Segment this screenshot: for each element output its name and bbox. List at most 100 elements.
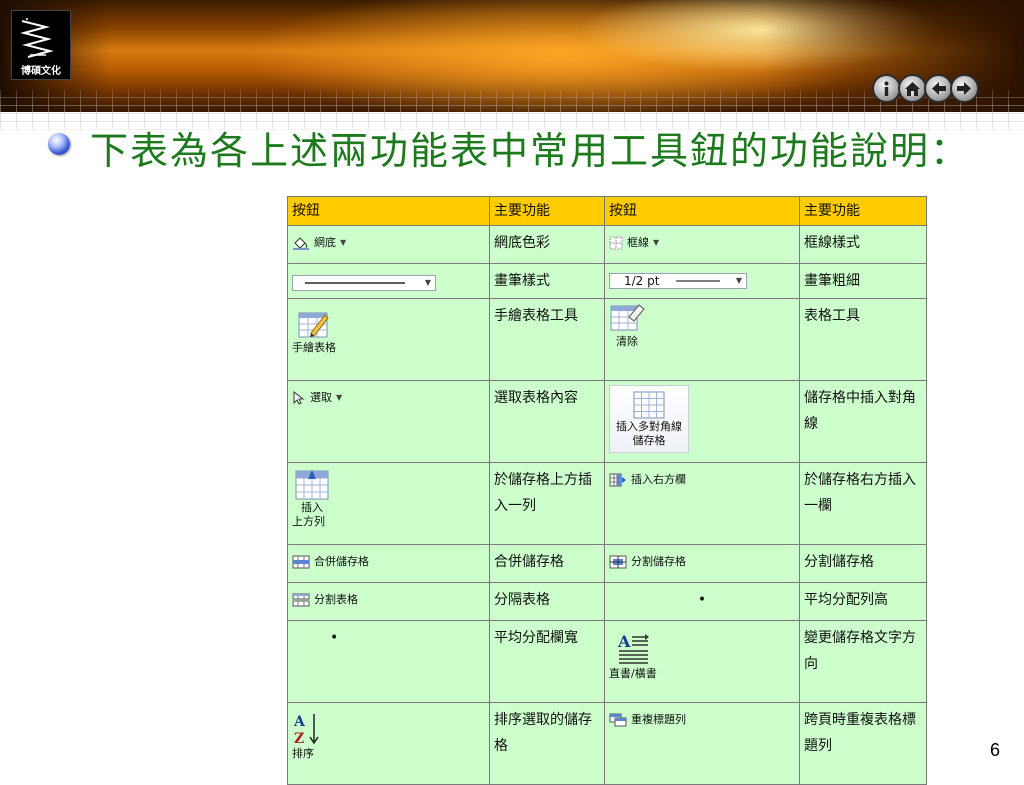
- table-row: ▼ 畫筆樣式 1/2 pt ▼ 畫筆粗細: [287, 263, 927, 299]
- table-row: 合併儲存格 合併儲存格 分割儲存格 分割儲存格: [287, 544, 927, 583]
- table-row: • 平均分配欄寬 A 直書/橫書 變更儲存格文字方向: [287, 620, 927, 703]
- logo-mark-icon: [20, 18, 54, 58]
- forward-button[interactable]: [950, 74, 979, 103]
- diagonal-grid-icon: [633, 391, 665, 419]
- eraser-label: 清除: [616, 335, 638, 348]
- button-cell: A Z 排序: [287, 702, 490, 785]
- function-cell: 排序選取的儲存格: [489, 702, 605, 785]
- table-row: 分割表格 分隔表格 • 平均分配列高: [287, 582, 927, 621]
- button-cell: 插入 上方列: [287, 462, 490, 545]
- col-header-button-1: 按鈕: [287, 196, 490, 226]
- col-header-function-2: 主要功能: [799, 196, 927, 226]
- function-cell: 網底色彩: [489, 225, 605, 264]
- insert-row-above-button[interactable]: 插入 上方列: [292, 467, 332, 529]
- split-cells-button[interactable]: 分割儲存格: [609, 549, 686, 575]
- button-cell: 分割儲存格: [604, 544, 800, 583]
- select-button-label: 選取: [310, 391, 332, 404]
- table-row: 手繪表格 手繪表格工具 清除 表格工具: [287, 298, 927, 381]
- text-direction-button[interactable]: A 直書/橫書: [609, 631, 657, 681]
- button-cell: 手繪表格: [287, 298, 490, 381]
- info-button[interactable]: [872, 74, 901, 103]
- function-cell: 於儲存格上方插入一列: [489, 462, 605, 545]
- function-cell: 選取表格內容: [489, 380, 605, 463]
- shading-button[interactable]: 網底 ▼: [292, 230, 346, 256]
- button-cell: 框線 ▼: [604, 225, 800, 264]
- insert-column-right-icon: [609, 473, 626, 487]
- svg-text:A: A: [617, 632, 631, 651]
- button-cell: A 直書/橫書: [604, 620, 800, 703]
- insert-diagonal-label-1: 插入多對角線: [616, 420, 682, 433]
- merge-cells-button[interactable]: 合併儲存格: [292, 549, 369, 575]
- distribute-rows-placeholder: •: [697, 592, 707, 608]
- info-icon: [884, 81, 889, 96]
- bullet-icon: [48, 133, 70, 155]
- slide-heading: 下表為各上述兩功能表中常用工具鈕的功能說明：: [90, 129, 971, 173]
- function-cell: 手繪表格工具: [489, 298, 605, 381]
- home-button[interactable]: [898, 74, 927, 103]
- pen-weight-value: 1/2 pt: [624, 274, 660, 288]
- select-button[interactable]: 選取 ▼: [292, 385, 342, 411]
- line-weight-sample: [675, 280, 720, 282]
- repeat-header-label: 重複標題列: [631, 713, 686, 726]
- insert-row-above-label-1: 插入: [301, 501, 323, 514]
- button-cell: ▼: [287, 263, 490, 299]
- button-cell: 選取 ▼: [287, 380, 490, 463]
- pen-style-dropdown[interactable]: ▼: [292, 275, 436, 291]
- button-cell: 1/2 pt ▼: [604, 263, 800, 299]
- svg-text:Z: Z: [294, 731, 304, 747]
- draw-table-button[interactable]: 手繪表格: [292, 309, 336, 355]
- line-style-sample: [305, 282, 405, 284]
- back-button[interactable]: [924, 74, 953, 103]
- borders-button[interactable]: 框線 ▼: [609, 230, 659, 256]
- nav-buttons: [872, 74, 979, 106]
- button-cell: 重複標題列: [604, 702, 800, 785]
- sort-label: 排序: [292, 747, 314, 760]
- function-cell: 於儲存格右方插入一欄: [799, 462, 927, 545]
- insert-row-above-label-2: 上方列: [292, 515, 325, 528]
- eraser-button[interactable]: 清除: [609, 303, 645, 349]
- insert-diagonal-label-2: 儲存格: [632, 434, 666, 447]
- table-row: A Z 排序 排序選取的儲存格 重複標題列 跨頁時重複表格標題列: [287, 702, 927, 785]
- col-header-function-1: 主要功能: [489, 196, 605, 226]
- insert-row-above-icon: [295, 470, 329, 500]
- function-cell: 跨頁時重複表格標題列: [799, 702, 927, 785]
- shading-button-label: 網底: [314, 236, 336, 249]
- borders-button-label: 框線: [627, 236, 649, 249]
- eraser-table-icon: [610, 304, 645, 331]
- cursor-arrow-icon: [293, 391, 305, 405]
- button-cell: 插入多對角線 儲存格: [604, 380, 800, 463]
- publisher-logo: 博碩文化: [11, 10, 71, 80]
- merge-cells-label: 合併儲存格: [314, 555, 369, 568]
- function-cell: 平均分配欄寬: [489, 620, 605, 703]
- function-cell: 分割儲存格: [799, 544, 927, 583]
- chevron-down-icon: ▼: [424, 278, 431, 287]
- arrow-left-icon: [932, 82, 946, 95]
- split-cells-label: 分割儲存格: [631, 555, 686, 568]
- split-table-icon: [292, 593, 310, 607]
- function-cell: 畫筆粗細: [799, 263, 927, 299]
- button-cell: 網底 ▼: [287, 225, 490, 264]
- pen-weight-dropdown[interactable]: 1/2 pt ▼: [609, 273, 747, 289]
- chevron-down-icon: ▼: [653, 238, 660, 247]
- split-table-button[interactable]: 分割表格: [292, 587, 358, 613]
- insert-column-right-label: 插入右方欄: [631, 473, 686, 486]
- distribute-columns-placeholder: •: [330, 630, 339, 646]
- insert-column-right-button[interactable]: 插入右方欄: [609, 467, 686, 493]
- sort-button[interactable]: A Z 排序: [292, 711, 322, 761]
- page-number: 6: [990, 740, 1001, 760]
- text-direction-icon: A: [617, 632, 649, 664]
- draw-table-label: 手繪表格: [292, 341, 336, 354]
- function-cell: 框線樣式: [799, 225, 927, 264]
- split-table-label: 分割表格: [314, 593, 358, 606]
- repeat-header-icon: [609, 713, 627, 727]
- button-cell: 清除: [604, 298, 800, 381]
- insert-diagonal-button[interactable]: 插入多對角線 儲存格: [609, 385, 689, 453]
- repeat-header-rows-button[interactable]: 重複標題列: [609, 707, 686, 733]
- chevron-down-icon: ▼: [735, 276, 742, 285]
- button-cell: 分割表格: [287, 582, 490, 621]
- logo-text: 博碩文化: [21, 66, 61, 77]
- col-header-button-2: 按鈕: [604, 196, 800, 226]
- function-cell: 表格工具: [799, 298, 927, 381]
- arrow-right-icon: [957, 82, 971, 95]
- function-cell: 畫筆樣式: [489, 263, 605, 299]
